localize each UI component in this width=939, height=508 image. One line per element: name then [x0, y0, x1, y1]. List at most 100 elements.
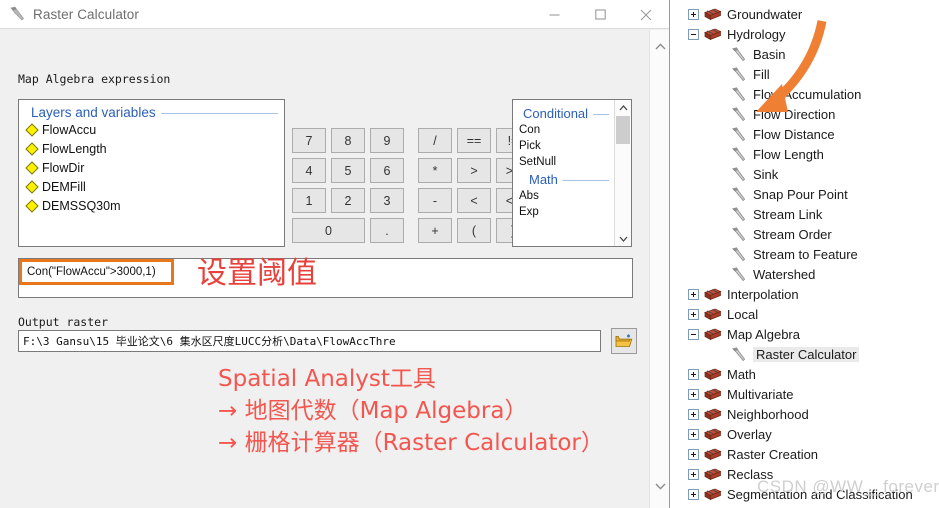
- keypad-key[interactable]: 4: [292, 158, 326, 183]
- functions-list[interactable]: Conditional Con Pick SetNull Math Abs Exp: [512, 99, 632, 247]
- tree-node[interactable]: Snap Pour Point: [670, 184, 939, 204]
- functions-scroll-thumb[interactable]: [616, 116, 630, 144]
- tree-node[interactable]: Local: [670, 304, 939, 324]
- keypad-key[interactable]: (: [457, 218, 491, 243]
- dialog-scroll-down-icon[interactable]: [650, 476, 670, 496]
- tree-node-label: Hydrology: [727, 26, 786, 42]
- tree-node[interactable]: Fill: [670, 64, 939, 84]
- keypad-key[interactable]: -: [418, 188, 452, 213]
- expression-textarea[interactable]: Con("FlowAccu">3000,1) 设置阈值: [18, 256, 633, 298]
- expand-plus-icon[interactable]: [688, 488, 699, 500]
- conditional-function-item[interactable]: Pick: [513, 138, 613, 154]
- tree-node[interactable]: Math: [670, 364, 939, 384]
- output-raster-input[interactable]: F:\3 Gansu\15 毕业论文\6 集水区尺度LUCC分析\Data\Fl…: [18, 330, 601, 352]
- screenshot-root: Raster Calculator Map Algebra expression…: [0, 0, 939, 508]
- dialog-scroll-up-icon[interactable]: [650, 36, 670, 56]
- keypad-key[interactable]: 3: [370, 188, 404, 213]
- hammer-tool-icon: [732, 247, 746, 262]
- tree-node[interactable]: Neighborhood: [670, 404, 939, 424]
- keypad-key[interactable]: ==: [457, 128, 491, 153]
- expand-plus-icon[interactable]: [688, 428, 699, 440]
- tree-node[interactable]: Hydrology: [670, 24, 939, 44]
- maximize-button[interactable]: [577, 0, 623, 29]
- layer-item[interactable]: DEMSSQ30m: [19, 196, 284, 215]
- collapse-minus-icon[interactable]: [688, 328, 699, 340]
- keypad-key[interactable]: 5: [331, 158, 365, 183]
- keypad-key[interactable]: .: [370, 218, 404, 243]
- keypad-key[interactable]: 9: [370, 128, 404, 153]
- tree-node[interactable]: Map Algebra: [670, 324, 939, 344]
- tree-node[interactable]: Raster Calculator: [670, 344, 939, 364]
- keypad-key[interactable]: 8: [331, 128, 365, 153]
- tree-node[interactable]: Flow Accumulation: [670, 84, 939, 104]
- conditional-function-item[interactable]: Con: [513, 122, 613, 138]
- expand-plus-icon[interactable]: [688, 468, 699, 480]
- minimize-button[interactable]: [531, 0, 577, 29]
- expand-plus-icon[interactable]: [688, 408, 699, 420]
- keypad-key[interactable]: 2: [331, 188, 365, 213]
- keypad-key[interactable]: 1: [292, 188, 326, 213]
- tree-node[interactable]: Overlay: [670, 424, 939, 444]
- expand-plus-icon[interactable]: [688, 8, 699, 20]
- expand-plus-icon[interactable]: [688, 388, 699, 400]
- layer-item[interactable]: DEMFill: [19, 177, 284, 196]
- tree-node[interactable]: Watershed: [670, 264, 939, 284]
- tree-node[interactable]: Basin: [670, 44, 939, 64]
- tree-node[interactable]: Sink: [670, 164, 939, 184]
- expand-plus-icon[interactable]: [688, 308, 699, 320]
- tree-node[interactable]: Interpolation: [670, 284, 939, 304]
- tree-node[interactable]: Stream Order: [670, 224, 939, 244]
- tree-node[interactable]: Flow Direction: [670, 104, 939, 124]
- tree-node[interactable]: Flow Distance: [670, 124, 939, 144]
- toolbox-icon: [704, 28, 722, 40]
- functions-scrollbar[interactable]: [614, 100, 631, 246]
- layer-item[interactable]: FlowDir: [19, 158, 284, 177]
- tree-node[interactable]: Stream Link: [670, 204, 939, 224]
- toolbox-icon: [704, 288, 722, 300]
- expand-plus-icon[interactable]: [688, 368, 699, 380]
- toolbox-icon: [704, 408, 722, 420]
- layer-item[interactable]: FlowLength: [19, 139, 284, 158]
- math-function-item[interactable]: Abs: [513, 188, 613, 204]
- layers-and-variables-list[interactable]: Layers and variables FlowAccu FlowLength F…: [18, 99, 285, 247]
- expression-highlight-box: Con("FlowAccu">3000,1): [19, 259, 174, 285]
- layer-item-label: FlowAccu: [42, 122, 97, 137]
- tool-path-annotation: Spatial Analyst工具 → 地图代数（Map Algebra） → …: [218, 363, 604, 459]
- tree-node[interactable]: Stream to Feature: [670, 244, 939, 264]
- keypad-key[interactable]: 7: [292, 128, 326, 153]
- dialog-scrollbar[interactable]: [649, 30, 669, 508]
- keypad-key[interactable]: /: [418, 128, 452, 153]
- keypad-key[interactable]: +: [418, 218, 452, 243]
- keypad-key[interactable]: 0: [292, 218, 365, 243]
- math-function-item[interactable]: Exp: [513, 204, 613, 220]
- hammer-tool-icon: [732, 87, 746, 102]
- toolbox-icon: [704, 488, 722, 500]
- layer-item[interactable]: FlowAccu: [19, 120, 284, 139]
- hammer-tool-icon: [732, 227, 746, 242]
- tree-node-label: Raster Calculator: [753, 346, 860, 362]
- expand-plus-icon[interactable]: [688, 448, 699, 460]
- keypad-key[interactable]: *: [418, 158, 452, 183]
- tree-node[interactable]: Raster Creation: [670, 444, 939, 464]
- close-button[interactable]: [623, 0, 669, 29]
- tree-node-label: Overlay: [727, 426, 772, 442]
- scroll-down-icon[interactable]: [615, 231, 631, 246]
- expand-plus-icon[interactable]: [688, 288, 699, 300]
- tree-node[interactable]: Groundwater: [670, 4, 939, 24]
- dialog-body: Map Algebra expression Layers and variab…: [0, 30, 669, 508]
- keypad-key[interactable]: 6: [370, 158, 404, 183]
- tree-node-label: Flow Distance: [753, 126, 835, 142]
- keypad-key[interactable]: <: [457, 188, 491, 213]
- tree-node[interactable]: Multivariate: [670, 384, 939, 404]
- browse-output-button[interactable]: [611, 328, 637, 354]
- math-group-rule: [562, 180, 609, 181]
- conditional-function-item[interactable]: SetNull: [513, 154, 613, 170]
- collapse-minus-icon[interactable]: [688, 28, 699, 40]
- scroll-up-icon[interactable]: [615, 100, 631, 115]
- keypad-key[interactable]: >: [457, 158, 491, 183]
- layer-item-label: FlowLength: [42, 141, 107, 156]
- tree-node-label: Groundwater: [727, 6, 803, 22]
- toolbox-tree-panel[interactable]: Groundwater Hydrology Basin Fill Flow Accumu…: [670, 0, 939, 508]
- tree-node[interactable]: Flow Length: [670, 144, 939, 164]
- hammer-tool-icon: [732, 107, 746, 122]
